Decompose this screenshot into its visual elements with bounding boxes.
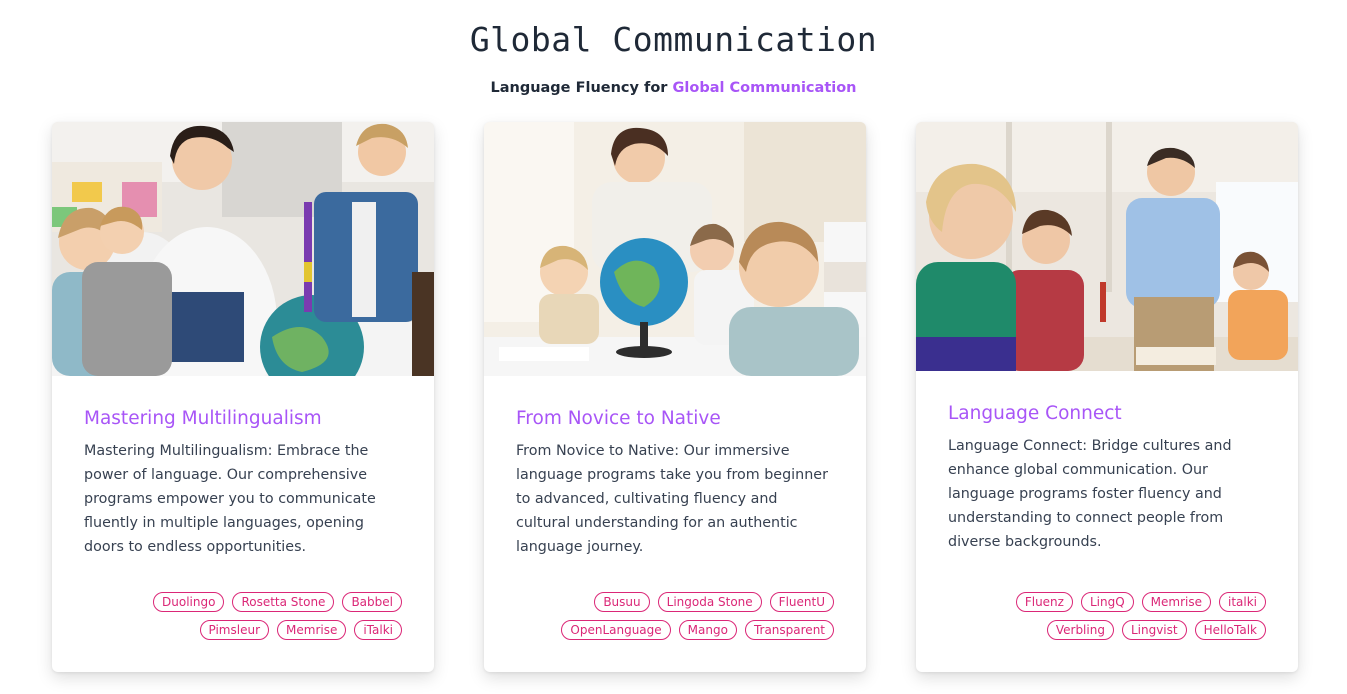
tag-openlanguage[interactable]: OpenLanguage	[561, 620, 671, 640]
card-body: Mastering Multilingualism Mastering Mult…	[52, 376, 434, 559]
card-from-novice-to-native: From Novice to Native From Novice to Nat…	[484, 122, 866, 672]
page-title: Global Communication	[469, 20, 878, 59]
subtitle-prefix: Language Fluency for	[490, 80, 673, 96]
teacher-in-classroom-with-students-photo	[916, 122, 1298, 371]
card-description: From Novice to Native: Our immersive lan…	[516, 443, 828, 555]
tag-memrise[interactable]: Memrise	[1141, 592, 1211, 612]
page-subtitle: Language Fluency for Global Communicatio…	[0, 80, 1347, 96]
card-body: From Novice to Native From Novice to Nat…	[484, 376, 866, 559]
card-image	[484, 122, 866, 376]
tag-list: Fluenz LingQ Memrise italki Verbling Lin…	[948, 592, 1266, 640]
teacher-showing-globe-to-kids-photo	[484, 122, 866, 376]
card-title: From Novice to Native	[516, 408, 721, 429]
tag-italki[interactable]: iTalki	[354, 620, 402, 640]
card-body: Language Connect Language Connect: Bridg…	[916, 371, 1298, 554]
tag-pimsleur[interactable]: Pimsleur	[199, 620, 270, 640]
tag-busuu[interactable]: Busuu	[594, 592, 650, 612]
card-description: Language Connect: Bridge cultures and en…	[948, 438, 1232, 550]
tag-lingoda-stone[interactable]: Lingoda Stone	[657, 592, 762, 612]
tag-list: Duolingo Rosetta Stone Babbel Pimsleur M…	[84, 592, 402, 640]
card-image	[52, 122, 434, 376]
card-title: Language Connect	[948, 403, 1122, 424]
tag-hellotalk[interactable]: HelloTalk	[1194, 620, 1266, 640]
tag-rosetta-stone[interactable]: Rosetta Stone	[232, 592, 335, 612]
teacher-with-children-and-globe-photo	[52, 122, 434, 376]
card-title: Mastering Multilingualism	[84, 408, 322, 429]
tag-fluentu[interactable]: FluentU	[769, 592, 834, 612]
tag-mango[interactable]: Mango	[678, 620, 737, 640]
card-language-connect: Language Connect Language Connect: Bridg…	[916, 122, 1298, 672]
tag-transparent[interactable]: Transparent	[744, 620, 834, 640]
tag-duolingo[interactable]: Duolingo	[153, 592, 225, 612]
card-image	[916, 122, 1298, 371]
subtitle-accent: Global Communication	[672, 80, 857, 96]
tag-memrise[interactable]: Memrise	[277, 620, 347, 640]
card-description: Mastering Multilingualism: Embrace the p…	[84, 443, 376, 555]
card-mastering-multilingualism: Mastering Multilingualism Mastering Mult…	[52, 122, 434, 672]
tag-italki[interactable]: italki	[1218, 592, 1266, 612]
tag-lingq[interactable]: LingQ	[1080, 592, 1134, 612]
tag-list: Busuu Lingoda Stone FluentU OpenLanguage…	[516, 592, 834, 640]
tag-fluenz[interactable]: Fluenz	[1015, 592, 1073, 612]
tag-babbel[interactable]: Babbel	[342, 592, 402, 612]
tag-verbling[interactable]: Verbling	[1046, 620, 1114, 640]
tag-lingvist[interactable]: Lingvist	[1121, 620, 1187, 640]
